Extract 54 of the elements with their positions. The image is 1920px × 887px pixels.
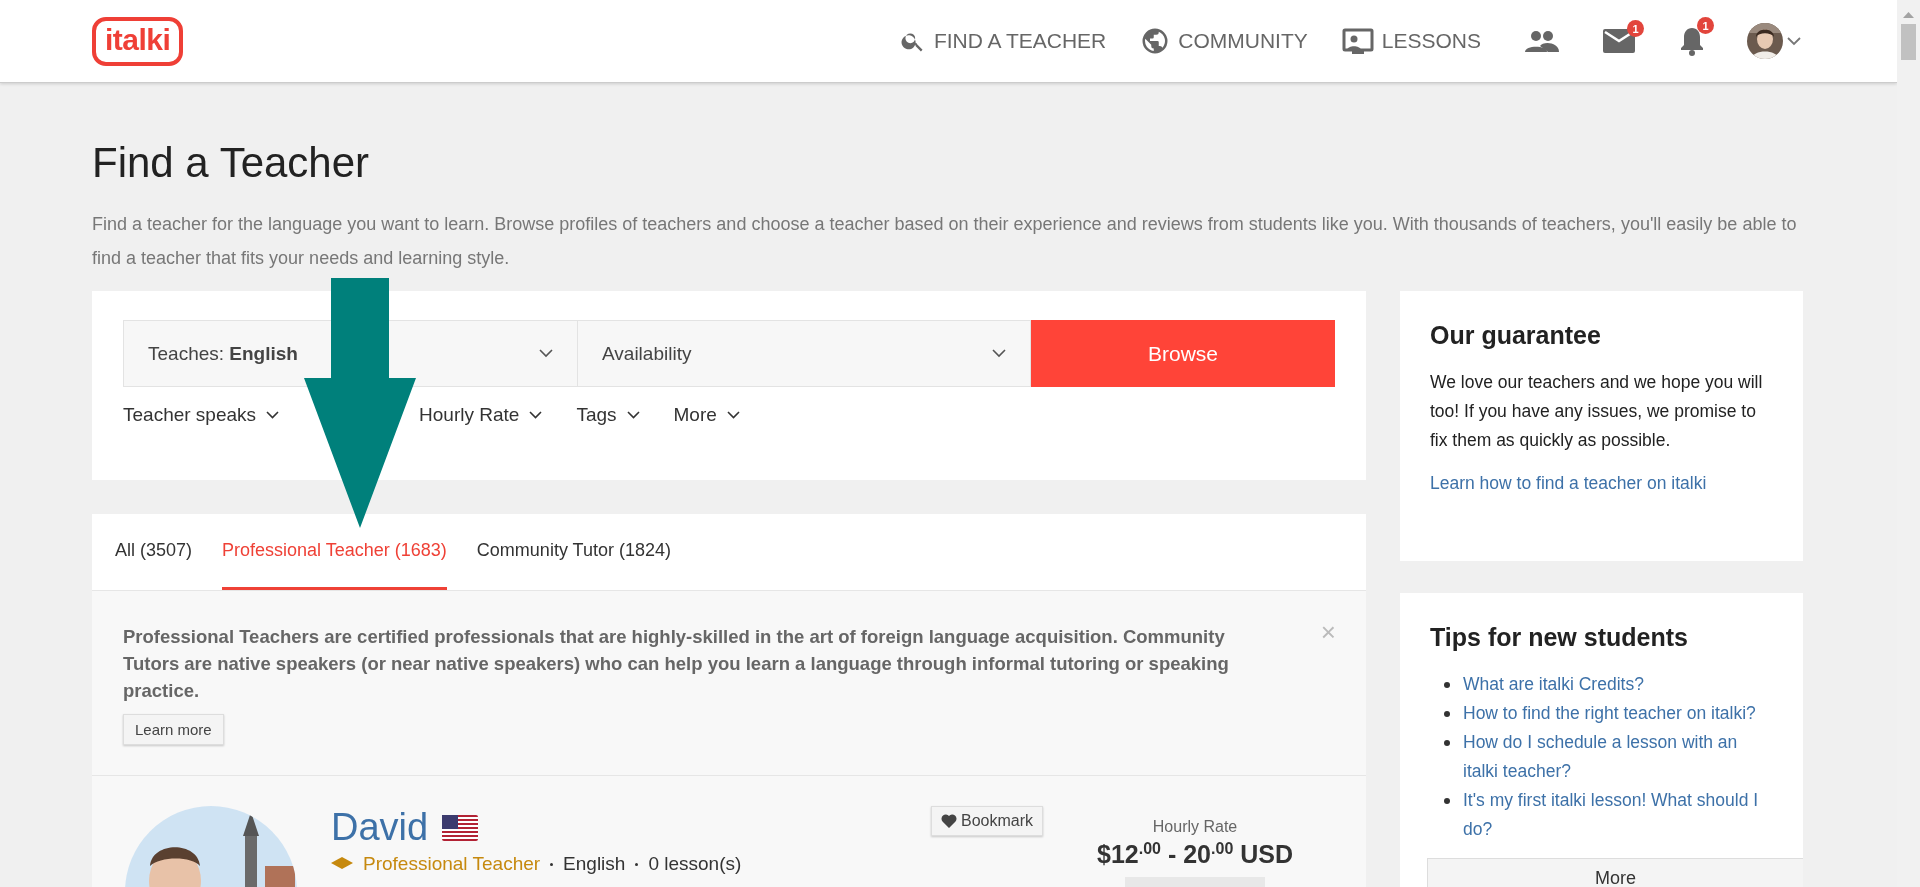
teacher-name[interactable]: David — [331, 806, 429, 849]
availability-dropdown[interactable]: Availability — [577, 320, 1031, 387]
tab[interactable]: All (3507) — [115, 514, 193, 590]
separator-dot — [635, 862, 639, 866]
caret-icon — [626, 411, 640, 419]
notification-count: 1 — [1627, 20, 1644, 37]
flag-icon — [442, 814, 479, 841]
mail-icon[interactable] — [1603, 29, 1635, 53]
card-title: Our guarantee — [1430, 321, 1602, 350]
teacher-type: Professional Teacher — [363, 853, 541, 875]
bell-icon[interactable] — [1679, 26, 1705, 56]
info-text: Professional Teachers are certified professionals that are highly-skilled in the art of foreign language acquisition. Community Tutors are native speakers (or near native speakers) who can help you learn a language through informal tutoring or speaking practice. — [123, 625, 1230, 703]
caret-icon — [726, 411, 740, 419]
logo[interactable]: italki — [92, 16, 184, 66]
caret-icon[interactable] — [1787, 36, 1801, 46]
tab[interactable]: Community Tutor (1824) — [476, 514, 671, 590]
separator-dot — [550, 862, 554, 866]
page-description: Find a teacher for the language you want to learn. Browse profiles of teachers and choose a teacher based on their experience and reviews from students like you. With thousands of teachers, you'll easily be able to find a teacher that fits your needs and learning style. — [92, 213, 1798, 270]
card-title: Tips for new students — [1430, 623, 1689, 652]
notification-count: 1 — [1697, 17, 1714, 34]
scroll-thumb[interactable] — [1901, 24, 1916, 60]
tip-link[interactable]: What are italki Credits? — [1463, 670, 1644, 699]
help-link[interactable]: Learn how to find a teacher on italki — [1430, 473, 1707, 493]
caret-icon — [539, 349, 553, 358]
price-range: $12$^{.00}$ - 20$^{.00}$ USD — [1096, 840, 1294, 870]
learn-more-button[interactable]: Learn more — [123, 714, 224, 745]
caret-icon — [529, 411, 543, 419]
tip-link[interactable]: It's my first italki lesson! What should I do? — [1463, 786, 1773, 844]
bookmark-button[interactable]: Bookmark — [931, 806, 1044, 836]
filter-dropdown[interactable]: Teacher speaks — [123, 404, 280, 426]
screen-icon — [1341, 27, 1374, 55]
nav-link[interactable]: COMMUNITY — [1140, 26, 1308, 56]
filter-dropdown[interactable]: Tags — [576, 404, 640, 426]
nav-link[interactable]: FIND A TEACHER — [899, 28, 1107, 54]
heart-icon — [941, 814, 957, 828]
tip-link[interactable]: How to find the right teacher on italki? — [1463, 699, 1756, 728]
bullet-dot — [1444, 682, 1450, 688]
filter-dropdown[interactable]: Hourly Rate — [419, 404, 543, 426]
teaches-language: English — [563, 853, 626, 875]
bullet-dot — [1444, 711, 1450, 717]
nav-link[interactable]: LESSONS — [1341, 27, 1481, 55]
guarantee-text: We love our teachers and we hope you will too! If you have any issues, we promise to fix them as quickly as possible. — [1430, 371, 1764, 452]
people-icon[interactable] — [1525, 30, 1559, 52]
more-button[interactable]: More — [1427, 858, 1803, 887]
bullet-dot — [1444, 798, 1450, 804]
caret-icon — [992, 349, 1006, 358]
lesson-count: 0 lesson(s) — [648, 853, 742, 875]
tip-link[interactable]: How do I schedule a lesson with an italki teacher? — [1463, 728, 1773, 786]
caret-icon — [266, 411, 280, 419]
browse-button[interactable]: Browse — [1031, 320, 1335, 387]
bullet-dot — [1444, 740, 1450, 746]
page-title: Find a Teacher — [92, 139, 371, 187]
filter-dropdown[interactable]: More — [673, 404, 740, 426]
rate-label: Hourly Rate — [1151, 818, 1239, 836]
